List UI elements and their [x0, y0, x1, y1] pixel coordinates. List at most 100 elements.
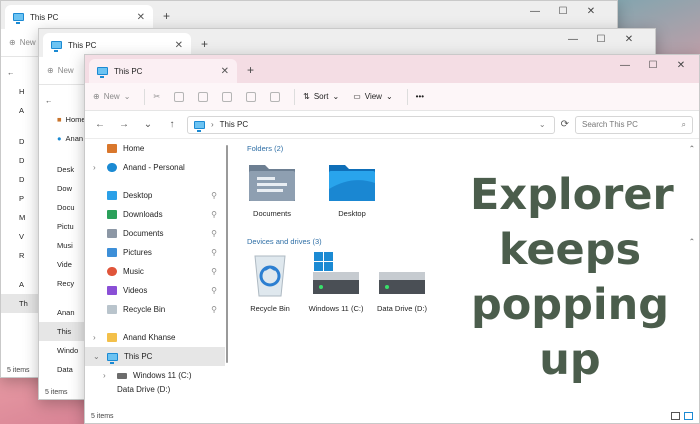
new-tab-button[interactable]: +	[163, 9, 170, 23]
tab-this-pc[interactable]: This PC ✕	[89, 59, 237, 83]
pin-icon[interactable]: ⚲	[211, 229, 217, 238]
close-icon[interactable]: ✕	[221, 66, 229, 77]
sidebar-item-pictures[interactable]: Pictures ⚲	[85, 243, 225, 262]
section-header-folders[interactable]: Folders (2) ⌃	[231, 139, 699, 157]
details-view-icon[interactable]	[671, 412, 680, 420]
pin-icon[interactable]: ⚲	[211, 267, 217, 276]
close-button[interactable]: ✕	[577, 6, 605, 17]
sidebar-item-recycle-bin[interactable]: Recycle Bin ⚲	[85, 300, 225, 319]
close-button[interactable]: ✕	[667, 60, 695, 71]
drive-tile-windows-c[interactable]: Windows 11 (C:)	[307, 250, 365, 313]
sidebar-item-windows-c[interactable]: › Windows 11 (C:)	[85, 366, 225, 385]
maximize-button[interactable]: ☐	[587, 34, 615, 45]
address-bar[interactable]: › This PC ⌄	[187, 115, 555, 134]
new-tab-button[interactable]: +	[247, 63, 254, 77]
sidebar-item[interactable]: H	[1, 82, 41, 101]
sidebar-item-documents[interactable]: Documents ⚲	[85, 224, 225, 243]
sidebar-item[interactable]: D	[1, 151, 41, 170]
sidebar-item[interactable]: Windo	[39, 341, 87, 360]
forward-button[interactable]: →	[115, 119, 133, 130]
new-tab-button[interactable]: +	[201, 37, 208, 51]
new-button[interactable]: ⊕ New	[9, 38, 36, 47]
sidebar-item[interactable]: R	[1, 246, 41, 265]
view-button[interactable]: ▭ View ⌄	[353, 92, 392, 101]
chevron-up-icon[interactable]: ⌃	[689, 237, 695, 246]
sidebar-item[interactable]: ←	[39, 91, 87, 110]
sidebar-item[interactable]: Anan	[39, 303, 87, 322]
minimize-button[interactable]: —	[521, 6, 549, 17]
sidebar-item[interactable]: ←	[1, 63, 41, 82]
sidebar-item[interactable]: Recy	[39, 274, 87, 293]
sidebar-item[interactable]: ● Anan	[39, 129, 87, 148]
minimize-button[interactable]: —	[611, 60, 639, 71]
drive-tile-data-d[interactable]: Data Drive (D:)	[373, 250, 431, 313]
folder-tile-documents[interactable]: Documents	[241, 159, 303, 218]
tiles-view-icon[interactable]	[684, 412, 693, 420]
sidebar-item-data-d[interactable]: Data Drive (D:)	[85, 385, 225, 395]
pin-icon[interactable]: ⚲	[211, 305, 217, 314]
sidebar-item-anand-khanse[interactable]: › Anand Khanse	[85, 328, 225, 347]
sidebar-item[interactable]: This	[39, 322, 87, 341]
up-button[interactable]: ↑	[163, 119, 181, 130]
sidebar-item[interactable]: Vide	[39, 255, 87, 274]
sidebar-item-music[interactable]: Music ⚲	[85, 262, 225, 281]
sidebar-item-videos[interactable]: Videos ⚲	[85, 281, 225, 300]
chevron-right-icon[interactable]: ›	[93, 163, 101, 172]
share-button[interactable]	[246, 91, 257, 102]
sidebar-scrollbar[interactable]	[225, 139, 229, 409]
chevron-down-icon[interactable]: ⌄	[539, 120, 546, 129]
chevron-up-icon[interactable]: ⌃	[689, 144, 695, 153]
sidebar-item[interactable]: A	[1, 101, 41, 120]
copy-button[interactable]	[174, 91, 185, 102]
paste-button[interactable]	[198, 91, 209, 102]
sidebar-item[interactable]: Musi	[39, 236, 87, 255]
sidebar-item[interactable]: Pictu	[39, 217, 87, 236]
search-box[interactable]: Search This PC ⌕	[575, 115, 693, 134]
scroll-thumb[interactable]	[226, 145, 228, 363]
recent-locations-button[interactable]: ⌄	[139, 119, 157, 130]
back-button[interactable]: ←	[91, 119, 109, 130]
drive-tile-recycle-bin[interactable]: Recycle Bin	[241, 250, 299, 313]
sidebar-item[interactable]: M	[1, 208, 41, 227]
close-icon[interactable]: ✕	[175, 40, 183, 51]
sidebar-item[interactable]: ■ Home	[39, 110, 87, 129]
rename-button[interactable]	[222, 91, 233, 102]
sidebar-item-home[interactable]: Home	[85, 139, 225, 158]
sidebar-item-desktop[interactable]: Desktop ⚲	[85, 186, 225, 205]
sidebar-item[interactable]: P	[1, 189, 41, 208]
sidebar-item[interactable]: Data	[39, 360, 87, 379]
maximize-button[interactable]: ☐	[639, 60, 667, 71]
search-input[interactable]: Search This PC	[582, 120, 638, 129]
pin-icon[interactable]: ⚲	[211, 210, 217, 219]
sidebar-item[interactable]: Docu	[39, 198, 87, 217]
new-button[interactable]: ⊕ New	[47, 66, 74, 75]
chevron-down-icon[interactable]: ⌄	[93, 352, 101, 361]
tab-this-pc[interactable]: This PC ✕	[5, 5, 153, 29]
sidebar-item[interactable]: Dow	[39, 179, 87, 198]
maximize-button[interactable]: ☐	[549, 6, 577, 17]
pin-icon[interactable]: ⚲	[211, 248, 217, 257]
new-button[interactable]: ⊕ New ⌄	[93, 92, 130, 101]
refresh-button[interactable]: ⟳	[561, 119, 569, 130]
sidebar-item[interactable]: D	[1, 170, 41, 189]
sidebar-item-downloads[interactable]: Downloads ⚲	[85, 205, 225, 224]
sidebar-item-anand-personal[interactable]: › Anand - Personal	[85, 158, 225, 177]
sidebar-item[interactable]: D	[1, 132, 41, 151]
sidebar-item[interactable]: Th	[1, 294, 41, 313]
delete-button[interactable]	[270, 91, 281, 102]
sidebar-item[interactable]: Desk	[39, 160, 87, 179]
folder-tile-desktop[interactable]: Desktop	[321, 159, 383, 218]
close-button[interactable]: ✕	[615, 34, 643, 45]
minimize-button[interactable]: —	[559, 34, 587, 45]
chevron-right-icon[interactable]: ›	[93, 333, 101, 342]
chevron-right-icon[interactable]: ›	[103, 371, 111, 380]
sidebar-item-this-pc[interactable]: ⌄ This PC	[85, 347, 225, 366]
close-icon[interactable]: ✕	[137, 12, 145, 23]
sidebar-item[interactable]: V	[1, 227, 41, 246]
more-options-button[interactable]: •••	[416, 92, 424, 101]
cut-button[interactable]: ✂	[153, 92, 160, 101]
pin-icon[interactable]: ⚲	[211, 191, 217, 200]
sort-button[interactable]: ⇅ Sort ⌄	[303, 92, 339, 101]
sidebar-item[interactable]: A	[1, 275, 41, 294]
pin-icon[interactable]: ⚲	[211, 286, 217, 295]
